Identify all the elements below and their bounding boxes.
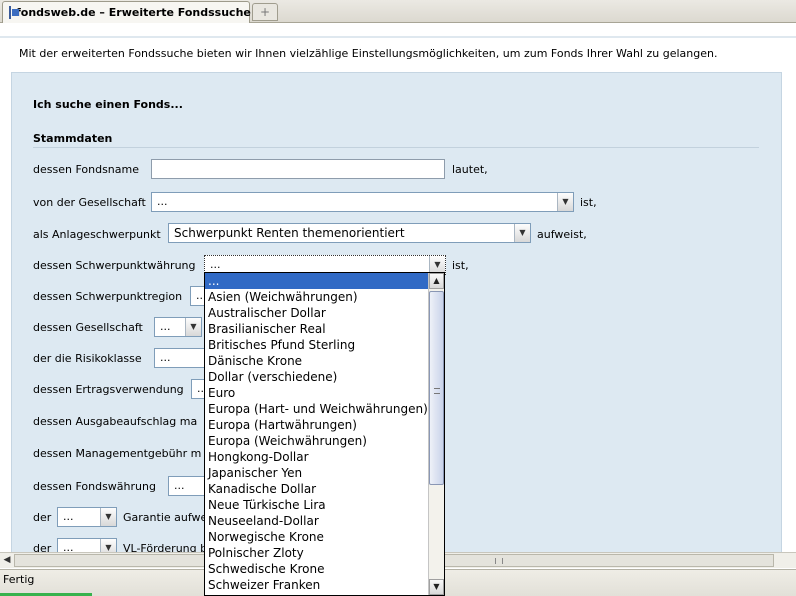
tab-strip: fondsweb.de – Erweiterte Fondssuche + [0, 0, 796, 23]
scroll-down-icon[interactable]: ▼ [429, 579, 444, 595]
schwerpunktwaehrung-suffix: ist, [452, 259, 469, 272]
fondswaehrung-label: dessen Fondswährung [33, 480, 156, 493]
tab-title: fondsweb.de – Erweiterte Fondssuche [16, 6, 251, 19]
dropdown-option[interactable]: Polnischer Zloty [205, 545, 429, 561]
fondswaehrung-value: ... [174, 479, 185, 492]
grip-icon [495, 558, 503, 564]
garantie-label: Garantie aufwe [123, 511, 208, 524]
ertragsverwendung-label: dessen Ertragsverwendung [33, 383, 184, 396]
dropdown-option[interactable]: Asien (Weichwährungen) [205, 289, 429, 305]
status-text: Fertig [3, 573, 35, 586]
currency-dropdown-list[interactable]: ... Asien (Weichwährungen) Australischer D… [204, 272, 445, 596]
vl-value: ... [63, 541, 74, 552]
vl-select[interactable]: ... ▼ [57, 538, 117, 552]
grip-icon [434, 388, 440, 394]
dropdown-option[interactable]: Europa (Weichwährungen) [205, 433, 429, 449]
dropdown-scrollbar[interactable]: ▲ ▼ [428, 273, 444, 595]
gesellschaft-select[interactable]: ... ▼ [151, 192, 574, 212]
anlageschwerpunkt-suffix: aufweist, [537, 228, 587, 241]
dropdown-option[interactable]: Dänische Krone [205, 353, 429, 369]
section-heading: Stammdaten [33, 132, 113, 145]
anlageschwerpunkt-select[interactable]: Schwerpunkt Renten themenorientiert ▼ [168, 223, 531, 243]
dropdown-option[interactable]: Schwedische Krone [205, 561, 429, 577]
search-heading: Ich suche einen Fonds... [33, 98, 183, 111]
risikoklasse-label: der die Risikoklasse [33, 352, 142, 365]
anlageschwerpunkt-value: Schwerpunkt Renten themenorientiert [174, 226, 405, 240]
garantie-select[interactable]: ... ▼ [57, 507, 117, 527]
garantie-value: ... [63, 510, 74, 523]
vl-prefix: der [33, 542, 52, 552]
gesellschaft-value: ... [157, 195, 168, 208]
schwerpunktregion-label: dessen Schwerpunktregion [33, 290, 183, 303]
dropdown-option[interactable]: Kanadische Dollar [205, 481, 429, 497]
dropdown-option[interactable]: Neue Türkische Lira [205, 497, 429, 513]
chevron-down-icon[interactable]: ▼ [100, 508, 116, 526]
ausgabeaufschlag-label: dessen Ausgabeaufschlag ma [33, 415, 198, 428]
dropdown-scroll-thumb[interactable] [429, 291, 444, 485]
site-favicon-icon [9, 6, 19, 19]
dropdown-option[interactable]: ... [205, 273, 429, 289]
intro-text: Mit der erweiterten Fondssuche bieten wi… [19, 47, 718, 60]
dropdown-option[interactable]: Norwegische Krone [205, 529, 429, 545]
scroll-up-icon[interactable]: ▲ [429, 273, 444, 289]
vl-label: VL-Förderung b [123, 542, 208, 552]
dropdown-option[interactable]: Japanischer Yen [205, 465, 429, 481]
top-divider [0, 36, 796, 38]
dropdown-option[interactable]: Euro [205, 385, 429, 401]
risikoklasse-value: ... [160, 351, 171, 364]
dropdown-option[interactable]: Dollar (verschiedene) [205, 369, 429, 385]
dropdown-option[interactable]: Neuseeland-Dollar [205, 513, 429, 529]
scroll-left-icon[interactable]: ◀ [0, 553, 14, 568]
fondsname-input[interactable] [151, 159, 445, 179]
chevron-down-icon[interactable]: ▼ [100, 539, 116, 552]
gesellschaft2-value: ... [160, 320, 171, 333]
fondsname-suffix: lautet, [452, 163, 488, 176]
schwerpunktwaehrung-value: ... [210, 258, 221, 271]
schwerpunktwaehrung-label: dessen Schwerpunktwährung [33, 259, 196, 272]
dropdown-option[interactable]: Europa (Hartwährungen) [205, 417, 429, 433]
section-divider [33, 147, 759, 148]
chevron-down-icon[interactable]: ▼ [185, 318, 201, 336]
managementgebuehr-label: dessen Managementgebühr m [33, 447, 202, 460]
dropdown-option[interactable]: Australischer Dollar [205, 305, 429, 321]
new-tab-button[interactable]: + [252, 3, 278, 21]
dropdown-option[interactable]: Europa (Hart- und Weichwährungen) [205, 401, 429, 417]
fondsname-label: dessen Fondsname [33, 163, 139, 176]
dropdown-option[interactable]: Britisches Pfund Sterling [205, 337, 429, 353]
chevron-down-icon[interactable]: ▼ [557, 193, 573, 211]
dropdown-option[interactable]: Brasilianischer Real [205, 321, 429, 337]
dropdown-option[interactable]: Schweizer Franken [205, 577, 429, 593]
garantie-prefix: der [33, 511, 52, 524]
dropdown-options: ... Asien (Weichwährungen) Australischer D… [205, 273, 444, 593]
gesellschaft-suffix: ist, [580, 196, 597, 209]
anlageschwerpunkt-label: als Anlageschwerpunkt [33, 228, 161, 241]
dropdown-option[interactable]: Hongkong-Dollar [205, 449, 429, 465]
gesellschaft-label: von der Gesellschaft [33, 196, 146, 209]
gesellschaft2-select[interactable]: ... ▼ [154, 317, 202, 337]
browser-tab[interactable]: fondsweb.de – Erweiterte Fondssuche [2, 1, 251, 23]
gesellschaft2-label: dessen Gesellschaft [33, 321, 143, 334]
chevron-down-icon[interactable]: ▼ [514, 224, 530, 242]
